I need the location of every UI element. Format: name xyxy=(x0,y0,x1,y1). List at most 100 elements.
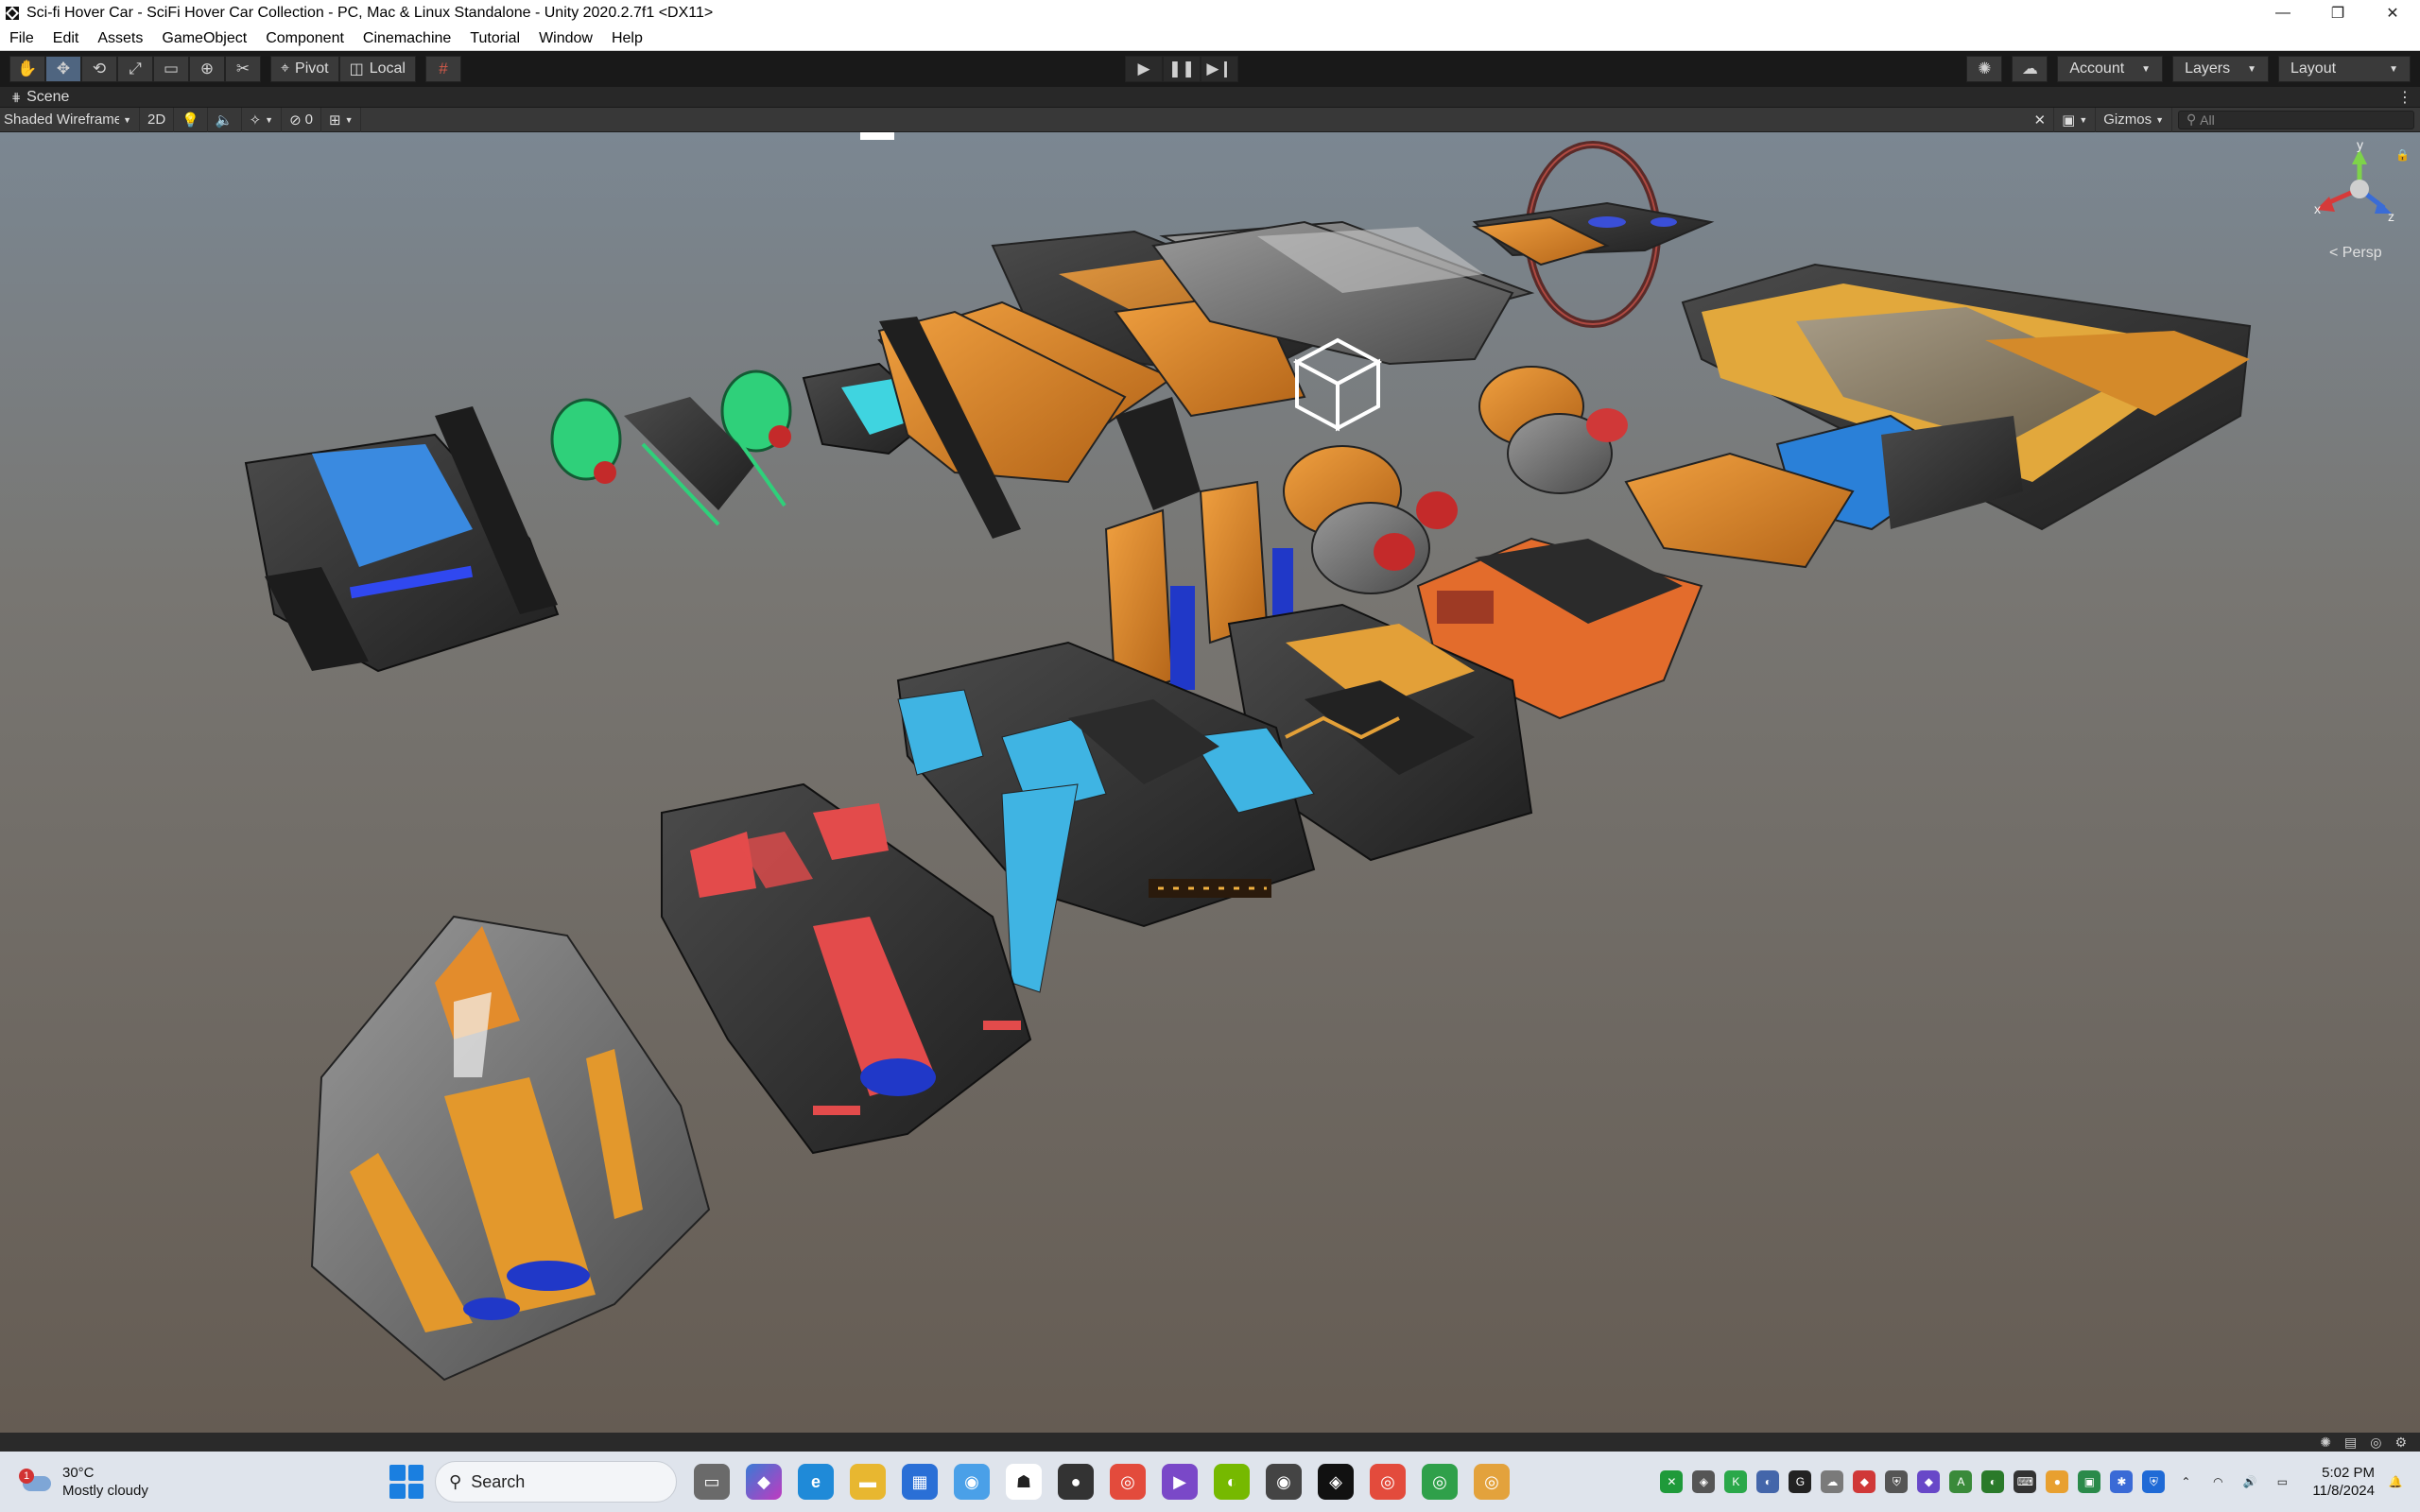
toggle-2d[interactable]: 2D xyxy=(140,107,175,132)
play-button-icon[interactable]: ▶ xyxy=(1125,56,1163,82)
chevron-up-icon[interactable]: ⌃ xyxy=(2174,1470,2197,1493)
menu-edit[interactable]: Edit xyxy=(43,30,89,47)
weather-widget[interactable]: 1 30°C Mostly cloudy xyxy=(0,1464,378,1500)
progress-icon[interactable]: ▤ xyxy=(2344,1435,2357,1451)
menu-gameobject[interactable]: GameObject xyxy=(152,30,256,47)
clock[interactable]: 5:02 PM 11/8/2024 xyxy=(2312,1464,2375,1500)
debug-icon[interactable]: ◎ xyxy=(2370,1435,2381,1451)
tray-defender-icon[interactable]: ⛨ xyxy=(2142,1470,2166,1493)
menu-tutorial[interactable]: Tutorial xyxy=(460,30,529,47)
pause-button-icon[interactable]: ❚❚ xyxy=(1163,56,1201,82)
xbox-icon[interactable]: ✕ xyxy=(1660,1470,1684,1493)
tray-green-icon[interactable]: K xyxy=(1724,1470,1748,1493)
handle-toggles: ⌖ Pivot ◫ Local xyxy=(270,56,416,82)
menu-cinemachine[interactable]: Cinemachine xyxy=(354,30,460,47)
store-icon[interactable]: ▦ xyxy=(902,1464,938,1500)
menu-window[interactable]: Window xyxy=(529,30,602,47)
projection-label[interactable]: < Persp xyxy=(2329,245,2382,261)
chrome-profile-2-icon[interactable]: ◎ xyxy=(1422,1464,1458,1500)
menu-file[interactable]: File xyxy=(0,30,43,47)
tray-orange-icon[interactable]: ● xyxy=(2046,1470,2069,1493)
step-button-icon[interactable]: ▶❙ xyxy=(1201,56,1238,82)
tray-keyboard-icon[interactable]: ⌨ xyxy=(2014,1470,2037,1493)
nvidia-icon[interactable]: ◐ xyxy=(1214,1464,1250,1500)
gizmo-y-label: y xyxy=(2357,137,2363,152)
tools-icon[interactable]: ✕ xyxy=(2027,107,2055,132)
hidden-objects-toggle[interactable]: ⊘ 0 xyxy=(282,107,321,132)
menu-help[interactable]: Help xyxy=(602,30,652,47)
custom-tool-icon[interactable]: ✂ xyxy=(225,56,261,82)
file-explorer-icon[interactable]: ▬ xyxy=(850,1464,886,1500)
gizmos-dropdown[interactable]: Gizmos ▼ xyxy=(2096,107,2172,132)
camera-icon[interactable]: ▣ ▼ xyxy=(2054,107,2097,132)
account-label: Account xyxy=(2069,60,2125,77)
tray-red-icon[interactable]: ◆ xyxy=(1853,1470,1876,1493)
chrome-icon[interactable]: ◎ xyxy=(1110,1464,1146,1500)
more-options-icon[interactable]: ⋮ xyxy=(2397,88,2420,107)
notification-icon[interactable]: 🔔 xyxy=(2384,1470,2407,1493)
tray-monitor-icon[interactable]: ▣ xyxy=(2078,1470,2101,1493)
grid-toggle-icon[interactable]: ⊞ ▼ xyxy=(321,107,362,132)
lighting-toggle-icon[interactable]: 💡 xyxy=(174,107,208,132)
menu-assets[interactable]: Assets xyxy=(88,30,152,47)
restore-button[interactable]: ❐ xyxy=(2310,0,2365,26)
unity-hub-icon[interactable]: ◈ xyxy=(1692,1470,1716,1493)
gallery-icon[interactable]: ◉ xyxy=(954,1464,990,1500)
copilot-icon[interactable]: ◆ xyxy=(746,1464,782,1500)
wifi-icon[interactable]: ◠ xyxy=(2206,1470,2229,1493)
tray-shield-icon[interactable]: ⛨ xyxy=(1885,1470,1909,1493)
tab-scene[interactable]: ⋕ Scene xyxy=(0,89,69,106)
start-button-icon[interactable] xyxy=(389,1465,424,1499)
obs-icon[interactable]: ◉ xyxy=(1266,1464,1302,1500)
scale-tool-icon[interactable]: ⤢ xyxy=(117,56,153,82)
tray-steam-icon[interactable]: ◐ xyxy=(1756,1470,1780,1493)
layout-dropdown[interactable]: Layout ▼ xyxy=(2278,56,2411,82)
chrome-profile-3-icon[interactable]: ◎ xyxy=(1474,1464,1510,1500)
scene-viewport[interactable]: y x z < Persp 🔒 xyxy=(0,132,2420,1433)
clipchamp-icon[interactable]: ▶ xyxy=(1162,1464,1198,1500)
edge-icon[interactable]: e xyxy=(798,1464,834,1500)
audio-toggle-icon[interactable]: 🔈 xyxy=(208,107,242,132)
move-tool-icon[interactable]: ✥ xyxy=(45,56,81,82)
alienware-icon[interactable]: ☗ xyxy=(1006,1464,1042,1500)
local-icon: ◫ xyxy=(349,61,364,77)
clock-date: 11/8/2024 xyxy=(2312,1483,2375,1499)
rect-tool-icon[interactable]: ▭ xyxy=(153,56,189,82)
shading-mode-dropdown[interactable]: Shaded Wireframe ▼ xyxy=(0,107,140,132)
tray-bluetooth-icon[interactable]: ✱ xyxy=(2110,1470,2134,1493)
rotate-tool-icon[interactable]: ⟲ xyxy=(81,56,117,82)
minimize-button[interactable]: — xyxy=(2256,0,2310,26)
unity-icon[interactable]: ◈ xyxy=(1318,1464,1354,1500)
chrome-profile-icon[interactable]: ◎ xyxy=(1370,1464,1406,1500)
tray-purple-icon[interactable]: ◆ xyxy=(1917,1470,1941,1493)
task-view-icon[interactable]: ▭ xyxy=(694,1464,730,1500)
search-placeholder: All xyxy=(2200,112,2215,128)
tray-cloud-icon[interactable]: ☁ xyxy=(1821,1470,1844,1493)
settings-icon[interactable]: ⚙ xyxy=(2394,1435,2407,1451)
lock-icon[interactable]: 🔒 xyxy=(2395,148,2410,162)
pivot-toggle[interactable]: ⌖ Pivot xyxy=(270,56,339,82)
tray-nvidia-icon[interactable]: ◐ xyxy=(1981,1470,2005,1493)
top-marker xyxy=(860,132,894,140)
system-tray: ✕ ◈ K ◐ G ☁ ◆ ⛨ ◆ A ◐ ⌨ ● ▣ ✱ ⛨ ⌃ ◠ 🔊 ▭ … xyxy=(1660,1464,2420,1500)
collab-icon[interactable]: ✺ xyxy=(1966,56,2003,82)
hand-tool-icon[interactable]: ✋ xyxy=(9,56,45,82)
tray-a-icon[interactable]: A xyxy=(1949,1470,1973,1493)
chevron-down-icon: ▼ xyxy=(123,114,131,125)
volume-icon[interactable]: 🔊 xyxy=(2238,1470,2261,1493)
account-dropdown[interactable]: Account ▼ xyxy=(2057,56,2164,82)
grid-snap-icon[interactable]: # xyxy=(424,56,461,82)
scene-search-input[interactable]: ⚲ All xyxy=(2178,110,2414,129)
local-toggle[interactable]: ◫ Local xyxy=(338,56,416,82)
taskbar-search[interactable]: ⚲ Search xyxy=(435,1461,677,1503)
effects-toggle-icon[interactable]: ✧ ▼ xyxy=(242,107,283,132)
dark-app-icon[interactable]: ● xyxy=(1058,1464,1094,1500)
menu-component[interactable]: Component xyxy=(256,30,354,47)
tray-g-icon[interactable]: G xyxy=(1789,1470,1812,1493)
bug-icon[interactable]: ✺ xyxy=(2320,1435,2331,1451)
cloud-icon[interactable]: ☁ xyxy=(2012,56,2048,82)
transform-tool-icon[interactable]: ⊕ xyxy=(189,56,225,82)
layers-dropdown[interactable]: Layers ▼ xyxy=(2172,56,2269,82)
close-button[interactable]: ✕ xyxy=(2365,0,2420,26)
battery-icon[interactable]: ▭ xyxy=(2271,1470,2293,1493)
